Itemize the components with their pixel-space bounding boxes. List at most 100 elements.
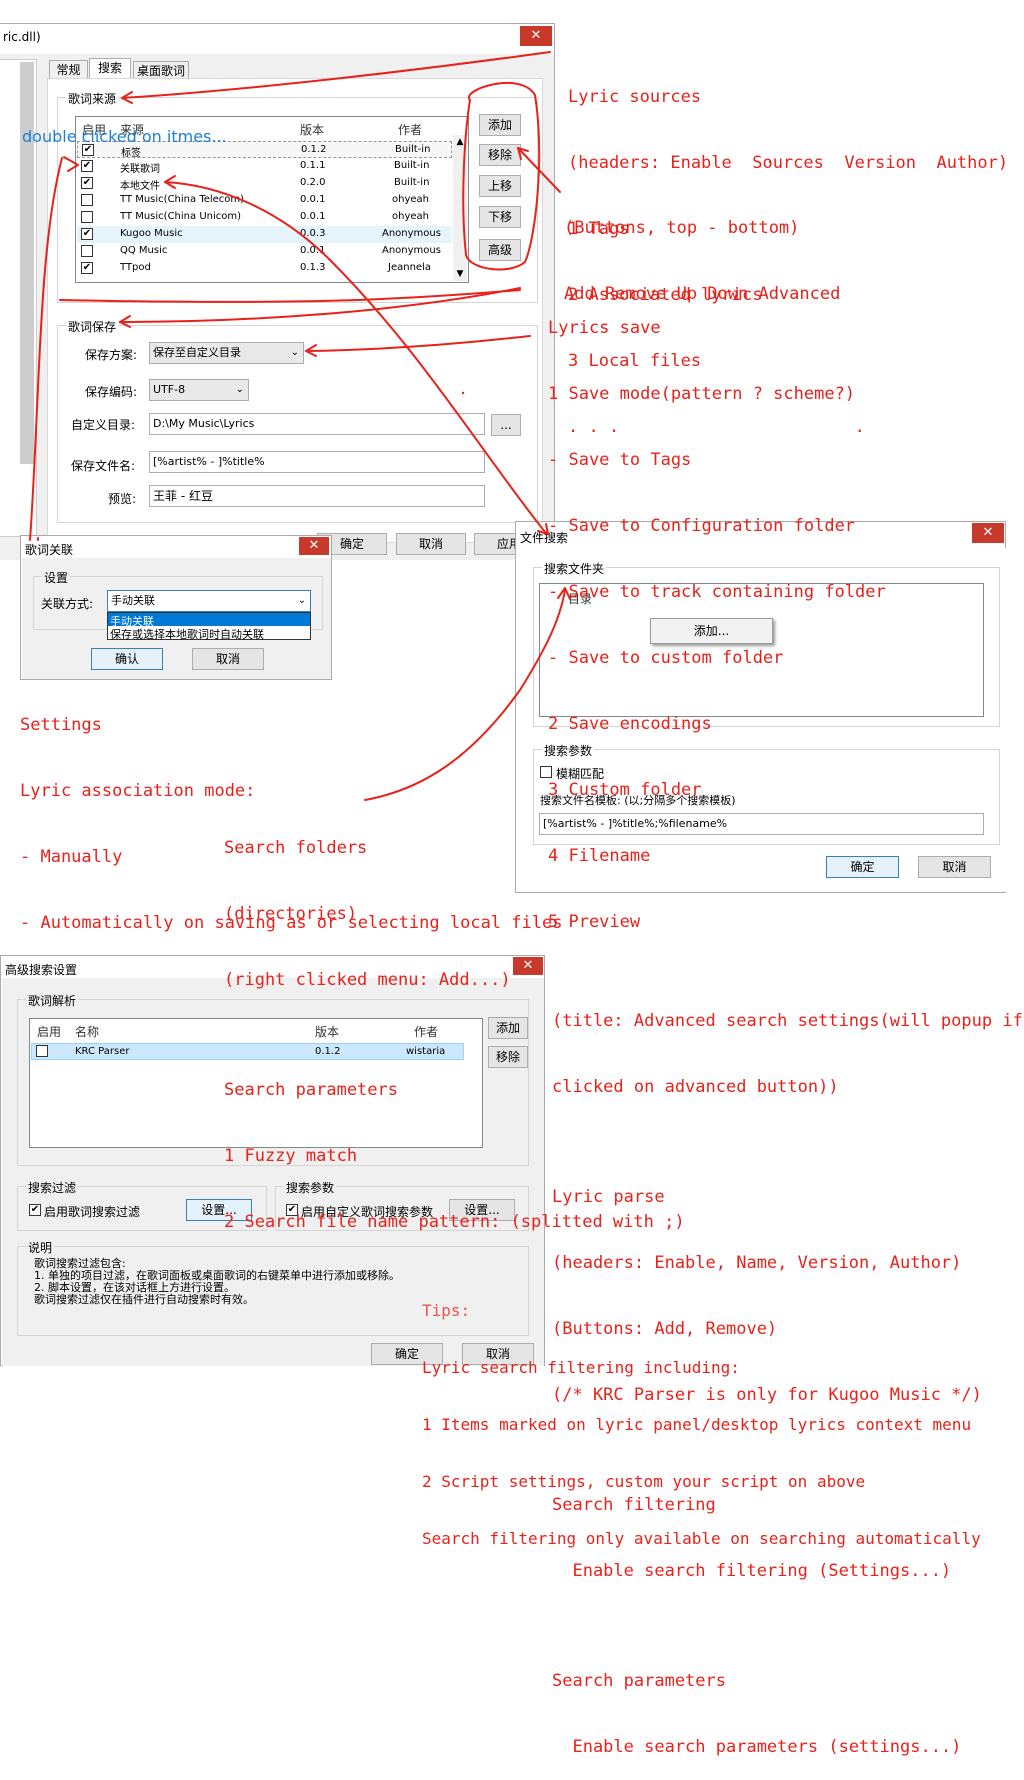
source-version: 0.2.0 — [300, 177, 326, 188]
source-version: 0.0.1 — [300, 211, 326, 222]
move-down-button[interactable]: 下移 — [479, 206, 521, 228]
assoc-mode-select[interactable]: 手动关联 ⌄ — [107, 590, 311, 612]
advanced-button[interactable]: 高级 — [479, 239, 521, 261]
add-button[interactable]: 添加 — [479, 114, 521, 136]
list-item[interactable]: ✔ 关联歌词 0.1.1 Built-in — [77, 158, 452, 175]
remove-button[interactable]: 移除 — [479, 144, 521, 166]
source-author: Built-in — [394, 177, 430, 188]
description-label: 说明 — [26, 1239, 55, 1256]
browse-button[interactable]: ... — [491, 414, 521, 436]
note-line: Enable search parameters (settings...) — [552, 1737, 962, 1757]
source-version: 0.1.1 — [300, 160, 326, 171]
double-click-note: double clicked on itmes... — [22, 127, 227, 146]
note-line: (headers: Enable Sources Version Author) — [568, 153, 1009, 173]
filter-label: 启用歌词搜索过滤 — [44, 1205, 141, 1219]
close-button[interactable]: ✕ — [520, 26, 552, 46]
source-author: ohyeah — [392, 211, 429, 222]
header-name[interactable]: 名称 — [75, 1023, 99, 1040]
assoc-dropdown: 手动关联 保存或选择本地歌词时自动关联 — [107, 612, 311, 641]
enable-checkbox[interactable] — [81, 194, 93, 206]
preview-field: 王菲 - 红豆 — [149, 485, 485, 507]
list-item[interactable]: ✔ TTpod 0.1.3 Jeannela — [77, 260, 452, 277]
note-line: - Save to custom folder — [548, 648, 784, 668]
source-author: Built-in — [395, 144, 431, 155]
note-line: 2 Save encodings — [548, 714, 712, 734]
assoc-cancel-button[interactable]: 取消 — [192, 648, 264, 670]
close-button[interactable]: ✕ — [299, 537, 329, 555]
filter-checkbox[interactable]: ✔ — [29, 1204, 41, 1216]
tab-general[interactable]: 常规 — [49, 60, 88, 79]
enable-checkbox[interactable] — [36, 1045, 48, 1057]
enable-checkbox[interactable]: ✔ — [81, 228, 93, 240]
header-version[interactable]: 版本 — [300, 121, 324, 138]
source-name: 本地文件 — [120, 181, 160, 192]
preview-label: 预览: — [108, 492, 137, 506]
note-line: (Buttons, top - bottom) — [564, 218, 800, 238]
advanced-title: 高级搜索设置 — [5, 963, 78, 977]
note-line: 1 Items marked on lyric panel/desktop ly… — [422, 1415, 972, 1434]
custom-folder-field[interactable]: D:\My Music\Lyrics — [149, 413, 485, 435]
note-line: Tips: — [422, 1301, 471, 1320]
chevron-up-icon[interactable]: ▲ — [453, 137, 467, 147]
lyric-sources-label: 歌词来源 — [66, 90, 119, 107]
list-item[interactable]: ✔ Kugoo Music 0.0.3 Anonymous — [77, 226, 452, 243]
list-item[interactable]: TT Music(China Unicom) 0.0.1 ohyeah — [77, 209, 452, 226]
source-author: Built-in — [394, 160, 430, 171]
source-author: Anonymous — [382, 228, 441, 239]
enable-checkbox[interactable] — [81, 245, 93, 257]
source-name: 标签 — [121, 148, 141, 159]
custom-folder-label: 自定义目录: — [71, 418, 136, 432]
note-line: Search parameters — [552, 1671, 726, 1691]
filename-label: 保存文件名: — [71, 459, 136, 473]
note-line: - Save to Configuration folder — [548, 516, 856, 536]
source-name: TT Music(China Unicom) — [120, 211, 242, 222]
lyric-save-label: 歌词保存 — [66, 318, 119, 335]
list-item[interactable]: ✔ 本地文件 0.2.0 Built-in — [77, 175, 452, 192]
source-version: 0.0.1 — [300, 245, 326, 256]
window-title: ric.dll) — [3, 30, 41, 44]
save-scheme-select[interactable]: 保存至自定义目录 ⌄ — [149, 342, 304, 364]
enable-checkbox[interactable]: ✔ — [81, 160, 93, 172]
parser-name: KRC Parser — [75, 1046, 130, 1057]
chevron-down-icon: ⌄ — [297, 595, 306, 606]
save-encoding-select[interactable]: UTF-8 ⌄ — [149, 379, 249, 401]
note-line: Search folders — [224, 838, 368, 858]
option-manual[interactable]: 手动关联 — [108, 613, 310, 628]
note-line: 1 Save mode(pattern ? scheme?) — [548, 384, 856, 404]
save-encoding-label: 保存编码: — [85, 385, 138, 399]
source-name: TTpod — [120, 262, 151, 273]
note-line: 2 Script settings, custom your script on… — [422, 1472, 866, 1491]
source-name: QQ Music — [120, 245, 168, 256]
chevron-down-icon: ⌄ — [290, 347, 299, 358]
cancel-button[interactable]: 取消 — [396, 533, 466, 555]
save-encoding-value: UTF-8 — [153, 383, 186, 396]
note-line: Search filtering only available on searc… — [422, 1529, 981, 1548]
note-line: - Save to Tags — [548, 450, 692, 470]
close-button[interactable]: ✕ — [972, 523, 1004, 543]
note-line: Lyrics save — [548, 318, 661, 338]
description-text: 歌词搜索过滤包含: 1. 单独的项目过滤，在歌词面板或桌面歌词的右键菜单中进行添… — [34, 1258, 400, 1306]
scrollbar[interactable] — [20, 62, 34, 464]
filename-field[interactable]: [%artist% - ]%title% — [149, 451, 485, 473]
list-item[interactable]: QQ Music 0.0.1 Anonymous — [77, 243, 452, 260]
file-search-cancel-button[interactable]: 取消 — [918, 856, 991, 878]
header-enable[interactable]: 启用 — [37, 1023, 61, 1040]
assoc-mode-value: 手动关联 — [111, 594, 155, 607]
move-up-button[interactable]: 上移 — [479, 175, 521, 197]
save-scheme-label: 保存方案: — [85, 348, 138, 362]
list-scrollbar[interactable]: ▲ ▼ — [453, 135, 467, 281]
enable-checkbox[interactable] — [81, 211, 93, 223]
tab-search[interactable]: 搜索 — [89, 58, 131, 79]
option-auto[interactable]: 保存或选择本地歌词时自动关联 — [108, 626, 310, 641]
assoc-ok-button[interactable]: 确认 — [91, 648, 163, 670]
assoc-title: 歌词关联 — [25, 543, 74, 557]
enable-checkbox[interactable]: ✔ — [81, 262, 93, 274]
enable-checkbox[interactable]: ✔ — [81, 177, 93, 189]
source-version: 0.0.1 — [300, 194, 326, 205]
list-item[interactable]: TT Music(China Telecom) 0.0.1 ohyeah — [77, 192, 452, 209]
source-version: 0.0.3 — [300, 228, 326, 239]
chevron-down-icon[interactable]: ▼ — [453, 269, 467, 279]
source-version: 0.1.2 — [301, 144, 327, 155]
header-author[interactable]: 作者 — [398, 121, 422, 138]
lyric-parse-label: 歌词解析 — [26, 992, 79, 1009]
